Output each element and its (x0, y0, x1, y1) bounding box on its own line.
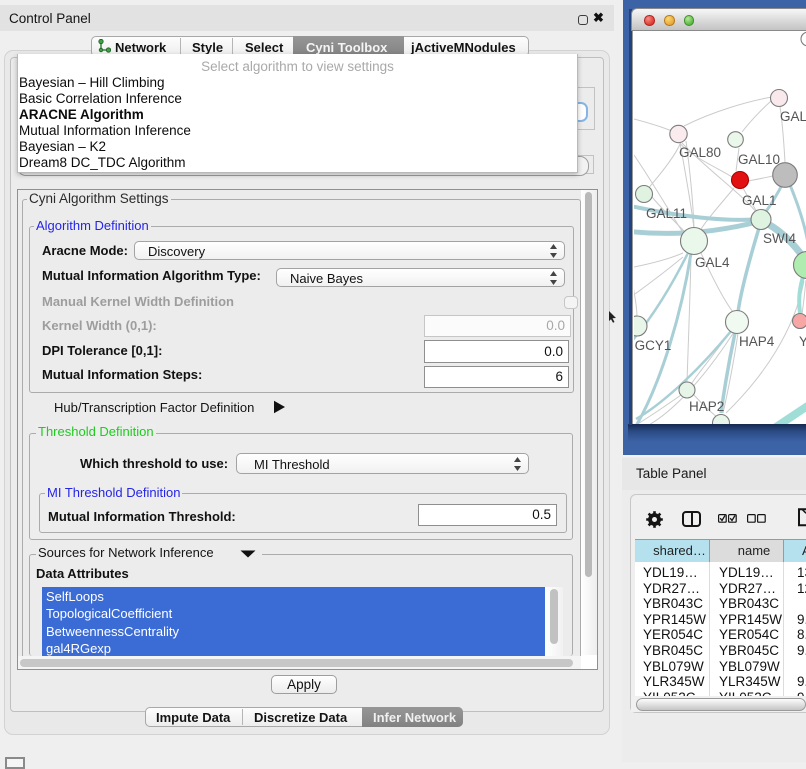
svg-text:GAL1: GAL1 (742, 193, 777, 208)
svg-text:GCY1: GCY1 (635, 338, 672, 353)
svg-text:GAL2: GAL2 (780, 109, 806, 124)
svg-text:HAP2: HAP2 (689, 399, 724, 414)
svg-text:GAL4: GAL4 (695, 255, 730, 270)
svg-text:GAL10: GAL10 (738, 152, 780, 167)
svg-text:YM: YM (799, 334, 806, 349)
svg-text:HAP4: HAP4 (739, 334, 775, 349)
svg-text:SWI4: SWI4 (763, 231, 796, 246)
svg-text:GAL80: GAL80 (679, 145, 721, 160)
svg-text:GAL11: GAL11 (646, 206, 687, 221)
